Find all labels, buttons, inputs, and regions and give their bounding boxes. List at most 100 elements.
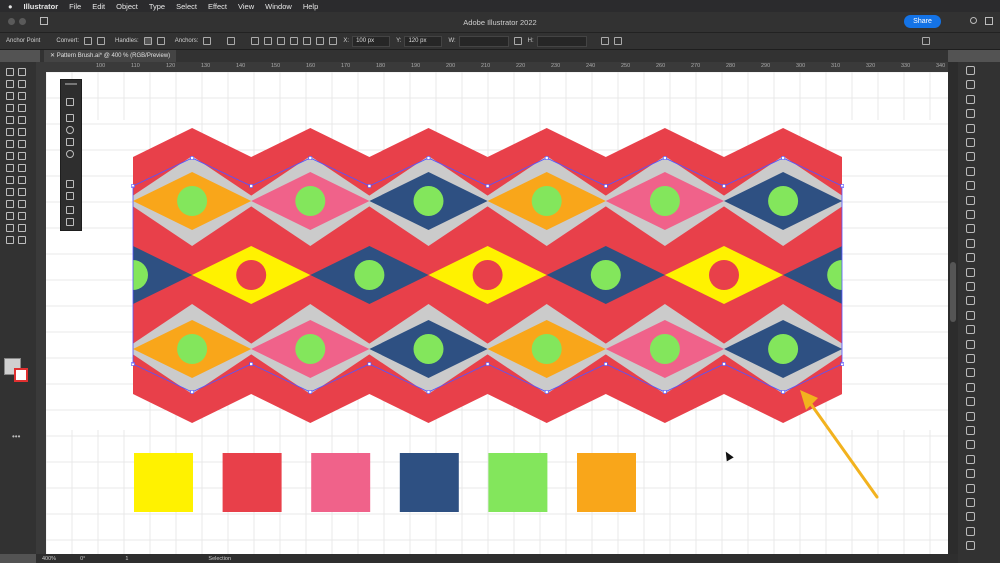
search-icon[interactable] (970, 17, 977, 24)
isolate-icon[interactable] (613, 37, 622, 45)
transform-panel-icon[interactable] (966, 282, 975, 291)
info-panel-icon[interactable] (966, 411, 975, 421)
attributes-panel-icon[interactable] (966, 469, 975, 479)
share-button[interactable]: Share (904, 15, 941, 28)
hand-tool-icon[interactable] (6, 236, 14, 244)
color-guide-panel-icon[interactable] (966, 123, 975, 133)
slice-tool-icon[interactable] (18, 224, 26, 232)
menu-type[interactable]: Type (149, 2, 165, 11)
zoom-tool-icon[interactable] (18, 236, 26, 244)
pencil-tool-icon[interactable] (18, 128, 26, 136)
libraries-panel-icon[interactable] (966, 94, 975, 104)
transform-icon[interactable] (600, 37, 609, 45)
align-middle-icon[interactable] (303, 37, 312, 45)
curvature-icon[interactable] (66, 218, 74, 226)
scissors-tool-icon[interactable] (18, 140, 26, 148)
width-tool-icon[interactable] (6, 164, 14, 172)
menu-select[interactable]: Select (176, 2, 197, 11)
menu-illustrator[interactable]: Illustrator (24, 2, 59, 11)
menu-object[interactable]: Object (116, 2, 138, 11)
magic-wand-tool-icon[interactable] (6, 80, 14, 88)
history-panel-icon[interactable] (966, 541, 975, 551)
scale-tool-icon[interactable] (18, 152, 26, 160)
align-left-icon[interactable] (251, 37, 260, 45)
shape-builder-tool-icon[interactable] (6, 176, 14, 184)
align-panel-icon[interactable] (966, 253, 975, 263)
panel-grip[interactable] (65, 83, 77, 85)
symbols-panel-icon[interactable] (966, 166, 975, 176)
artwork[interactable] (46, 72, 948, 554)
menu-window[interactable]: Window (265, 2, 292, 11)
gradient-panel-icon[interactable] (966, 224, 975, 234)
h-field[interactable] (536, 35, 587, 47)
add-anchor-icon[interactable] (66, 192, 74, 200)
properties-panel-icon[interactable] (966, 66, 975, 75)
blend-tool-icon[interactable] (18, 200, 26, 208)
direct-selection-tool-icon[interactable] (18, 68, 26, 76)
links-panel-icon[interactable] (966, 339, 975, 349)
selection-tool-icon[interactable] (66, 98, 74, 106)
magic-wand-panel-icon[interactable] (966, 512, 975, 522)
document-info-panel-icon[interactable] (966, 454, 975, 464)
separations-panel-icon[interactable] (966, 498, 975, 507)
artboard-tool-icon[interactable] (6, 224, 14, 232)
symbol-sprayer-tool-icon[interactable] (6, 212, 14, 220)
handles-hide-icon[interactable] (156, 37, 165, 45)
paintbrush-tool-icon[interactable] (18, 116, 26, 124)
canvas[interactable] (46, 72, 948, 554)
actions-panel-icon[interactable] (966, 426, 975, 435)
y-field[interactable]: 120 px (404, 35, 443, 47)
asset-export-panel-icon[interactable] (966, 354, 975, 363)
align-top-icon[interactable] (290, 37, 299, 45)
x-field[interactable]: 100 px (352, 35, 391, 47)
close-tab-icon[interactable]: ✕ (50, 53, 57, 59)
convert-smooth-icon[interactable] (97, 37, 106, 45)
remove-anchor-icon[interactable] (203, 37, 212, 45)
layers-panel-icon[interactable] (966, 80, 975, 90)
shaper-tool-icon[interactable] (6, 128, 14, 136)
align-bottom-icon[interactable] (316, 37, 325, 45)
rotate-tool-icon[interactable] (6, 152, 14, 160)
gradient-tool-icon[interactable] (18, 188, 26, 196)
menu-icon[interactable] (921, 37, 930, 45)
scroll-thumb[interactable] (950, 262, 956, 322)
curvature-tool-icon[interactable] (18, 92, 26, 100)
line-tool-icon[interactable] (18, 104, 26, 112)
css-panel-icon[interactable] (966, 483, 975, 493)
align-right-icon[interactable] (277, 37, 286, 45)
w-field[interactable] (458, 35, 509, 47)
eraser-tool-icon[interactable] (6, 140, 14, 148)
menu-edit[interactable]: Edit (92, 2, 105, 11)
lasso-tool-icon[interactable] (18, 80, 26, 88)
color-panel-icon[interactable] (966, 109, 975, 119)
convert-corner-icon[interactable] (84, 37, 93, 45)
transparency-panel-icon[interactable] (966, 210, 975, 219)
variables-panel-icon[interactable] (966, 440, 975, 450)
column-graph-tool-icon[interactable] (18, 212, 26, 220)
menu-view[interactable]: View (238, 2, 254, 11)
tab-pattern-brush[interactable]: ✕ Pattern Brush.ai* @ 400 % (RGB/Preview… (44, 50, 177, 62)
funnel-icon[interactable] (66, 138, 74, 146)
selection-tool-icon[interactable] (6, 68, 14, 76)
anchor-point-icon[interactable] (66, 206, 74, 214)
menu-effect[interactable]: Effect (208, 2, 227, 11)
blend-icon[interactable] (66, 150, 74, 158)
pen-tool-icon[interactable] (6, 92, 14, 100)
menu-help[interactable]: Help (303, 2, 318, 11)
free-transform-tool-icon[interactable] (18, 164, 26, 172)
handles-show-icon[interactable] (143, 37, 152, 45)
graphic-styles-panel-icon[interactable] (966, 181, 975, 191)
group-select-icon[interactable] (66, 114, 74, 122)
perspective-tool-icon[interactable] (18, 176, 26, 184)
workspace-icon[interactable] (985, 17, 993, 25)
opentype-panel-icon[interactable] (966, 325, 975, 335)
zoom-level[interactable]: 400% (42, 556, 56, 562)
apple-icon[interactable]: ● (8, 2, 13, 11)
navigator-panel-icon[interactable] (966, 397, 975, 407)
brushes-panel-icon[interactable] (966, 152, 975, 162)
appearance-panel-icon[interactable] (966, 195, 975, 205)
character-panel-icon[interactable] (966, 296, 975, 306)
swatches-panel-icon[interactable] (966, 138, 975, 147)
align-center-icon[interactable] (264, 37, 273, 45)
type-tool-icon[interactable] (6, 104, 14, 112)
